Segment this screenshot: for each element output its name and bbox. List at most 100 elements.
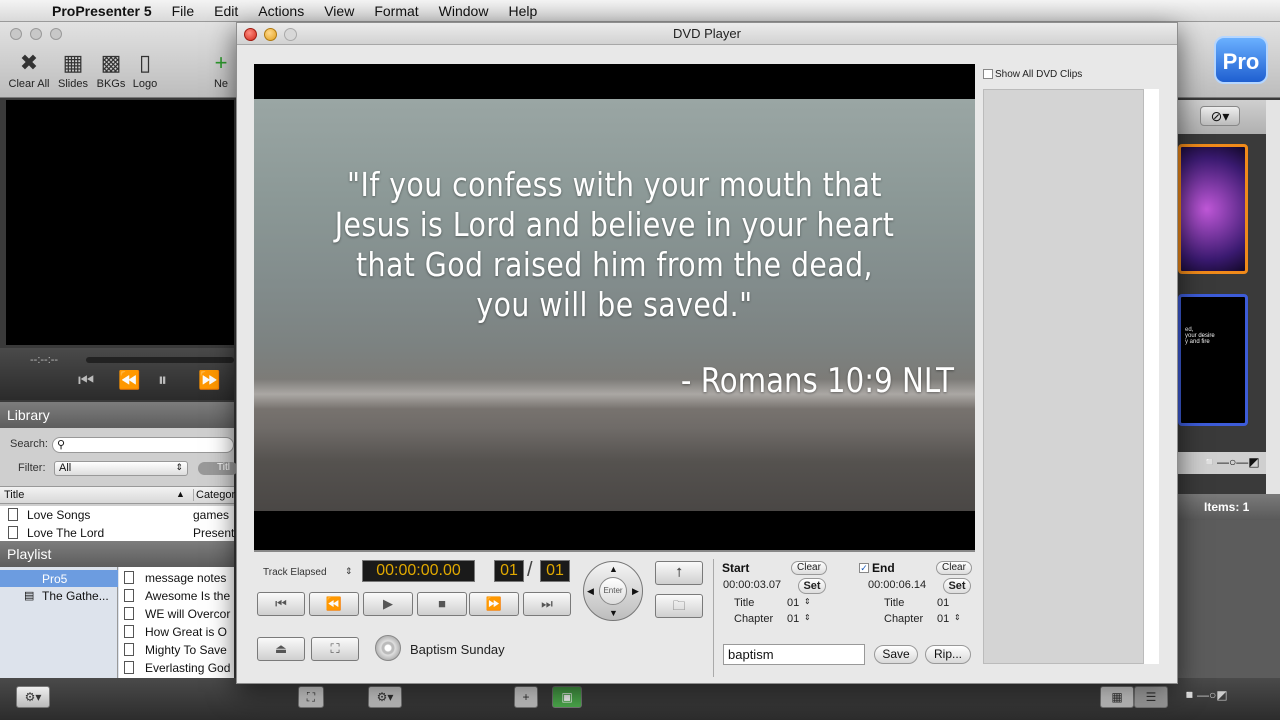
start-set-button[interactable]: Set <box>798 578 826 594</box>
track-mode-select[interactable]: Track Elapsed <box>263 567 327 578</box>
slide-thumbnail[interactable] <box>1178 144 1248 274</box>
controls-divider <box>713 559 714 677</box>
gear-menu-button-2[interactable]: ⚙▾ <box>368 686 402 708</box>
start-clear-button[interactable]: Clear <box>791 561 827 575</box>
menu-edit[interactable]: Edit <box>214 3 238 19</box>
nav-up-icon[interactable]: ▲ <box>609 564 618 574</box>
playlist-item[interactable]: WE will Overcor <box>119 605 234 623</box>
no-transition-button[interactable]: ⊘▾ <box>1200 106 1240 126</box>
rewind-icon[interactable]: ⏪ <box>118 370 140 391</box>
slide-thumbnail[interactable]: ed, your desire y and fire <box>1178 294 1248 426</box>
library-search-input[interactable]: ⚲ <box>52 437 234 453</box>
fullscreen-button[interactable]: ⛶ <box>298 686 324 708</box>
start-chapter-value[interactable]: 01 <box>787 613 799 625</box>
preview-scrubber[interactable] <box>86 357 234 363</box>
fast-forward-button[interactable]: ⏩ <box>469 592 519 616</box>
nav-down-icon[interactable]: ▼ <box>609 608 618 618</box>
fast-forward-icon[interactable]: ⏩ <box>198 370 220 391</box>
zoom-window-button[interactable] <box>284 28 297 41</box>
menu-view[interactable]: View <box>324 3 354 19</box>
dvd-navigation-wheel[interactable]: ▲ ▼ ◀ ▶ Enter <box>583 561 643 621</box>
add-button[interactable]: + <box>514 686 538 708</box>
eject-button[interactable]: ⏏ <box>257 637 305 661</box>
playlist-tree-item-selected[interactable]: Pro5 <box>0 570 118 587</box>
playlist-item[interactable]: How Great is O <box>119 623 234 641</box>
end-set-button[interactable]: Set <box>943 578 971 594</box>
clips-scrollbar[interactable] <box>1143 89 1159 664</box>
checkmark-icon: ✓ <box>860 563 868 573</box>
slide-thumbnails: ed, your desire y and fire <box>1176 134 1280 464</box>
end-checkbox[interactable]: ✓ <box>859 563 869 573</box>
thumbnail-zoom[interactable]: ◽—○—◩ <box>1176 452 1266 474</box>
zoom-slider-icon[interactable]: ◽—○◩ <box>1182 688 1228 702</box>
bottom-toolbar: ⚙▾ ⛶ ⚙▾ + ▣ ▦ ☰ ◽—○◩ <box>0 678 1280 720</box>
menu-window[interactable]: Window <box>439 3 489 19</box>
media-bin-button[interactable]: ▣ <box>552 686 582 708</box>
zoom-window-button[interactable] <box>50 28 62 40</box>
pause-icon[interactable]: ⏸ <box>158 370 167 391</box>
end-chapter-value[interactable]: 01 <box>937 613 949 625</box>
column-category[interactable]: Categor <box>193 489 235 501</box>
video-frame: "If you confess with your mouth that Jes… <box>254 99 975 511</box>
library-column-header: Title ▲ Categor <box>0 486 235 504</box>
rip-button[interactable]: Rip... <box>925 645 971 664</box>
library-row[interactable]: Love The Lord Present <box>0 524 234 542</box>
title-filter-pill[interactable]: Titl <box>198 462 238 475</box>
clear-all-button[interactable]: ✖ Clear All <box>4 50 54 90</box>
menu-help[interactable]: Help <box>508 3 537 19</box>
app-menu[interactable]: ProPresenter 5 <box>52 3 152 19</box>
playlist-item[interactable]: Awesome Is the <box>119 587 234 605</box>
clip-name-input[interactable]: baptism <box>723 644 865 665</box>
column-title[interactable]: Title <box>4 489 24 501</box>
close-window-button[interactable] <box>10 28 22 40</box>
stepper-icon[interactable]: ⇕ <box>954 613 961 622</box>
filter-select[interactable]: All ⇕ <box>54 461 188 476</box>
playlist-item[interactable]: Everlasting God <box>119 659 234 677</box>
right-toolbar: ⊘▾ <box>1176 100 1280 134</box>
menu-format[interactable]: Format <box>374 3 418 19</box>
skip-back-icon[interactable]: ⏮ <box>78 370 94 391</box>
stepper-icon[interactable]: ⇕ <box>804 613 811 622</box>
playlist-item[interactable]: Mighty To Save <box>119 641 234 659</box>
playlist-item[interactable]: message notes <box>119 569 234 587</box>
rewind-button[interactable]: ⏪ <box>309 592 359 616</box>
menu-actions[interactable]: Actions <box>258 3 304 19</box>
playlist-header: Playlist <box>0 541 234 567</box>
close-window-button[interactable] <box>244 28 257 41</box>
playlist-tree-item[interactable]: The Gathe... <box>42 589 109 603</box>
nav-right-icon[interactable]: ▶ <box>632 586 639 597</box>
play-button[interactable]: ▶ <box>363 592 413 616</box>
dvd-video-area[interactable]: "If you confess with your mouth that Jes… <box>254 64 975 550</box>
library-row[interactable]: Love Songs games <box>0 506 234 524</box>
library-row-title: Love Songs <box>27 508 91 522</box>
end-time: 00:00:06.14 <box>868 579 927 591</box>
menu-file[interactable]: File <box>172 3 195 19</box>
minimize-window-button[interactable] <box>264 28 277 41</box>
menu-up-button[interactable]: ⭡ <box>655 561 703 585</box>
nav-left-icon[interactable]: ◀ <box>587 586 594 597</box>
stepper-icon[interactable]: ⇕ <box>804 597 811 606</box>
grid-view-button[interactable]: ▦ <box>1100 686 1134 708</box>
stop-button[interactable]: ■ <box>417 592 467 616</box>
fullscreen-button[interactable]: ⛶ <box>311 637 359 661</box>
nav-enter-button[interactable]: Enter <box>599 577 627 605</box>
dvd-clips-list[interactable] <box>983 89 1159 664</box>
dvd-menu-button[interactable]: 🗀 <box>655 594 703 618</box>
start-title-value[interactable]: 01 <box>787 597 799 609</box>
rewind-icon: ⏪ <box>325 596 343 611</box>
list-view-button[interactable]: ☰ <box>1134 686 1168 708</box>
new-button[interactable]: + Ne <box>206 50 236 90</box>
end-clear-button[interactable]: Clear <box>936 561 972 575</box>
previous-chapter-button[interactable]: ⏮ <box>257 592 305 616</box>
playlist-item-label: WE will Overcor <box>145 607 231 621</box>
prohibited-icon: ⊘▾ <box>1210 108 1230 124</box>
dvd-title-bar[interactable]: DVD Player <box>237 23 1177 45</box>
minimize-window-button[interactable] <box>30 28 42 40</box>
next-chapter-button[interactable]: ⏭ <box>523 592 571 616</box>
logo-button[interactable]: ▯ Logo <box>120 50 170 90</box>
show-all-clips-checkbox[interactable] <box>983 69 993 79</box>
disc-name: Baptism Sunday <box>410 642 505 657</box>
save-clip-button[interactable]: Save <box>874 645 918 664</box>
gear-menu-button[interactable]: ⚙▾ <box>16 686 50 708</box>
right-scrollbar[interactable] <box>1266 100 1280 498</box>
